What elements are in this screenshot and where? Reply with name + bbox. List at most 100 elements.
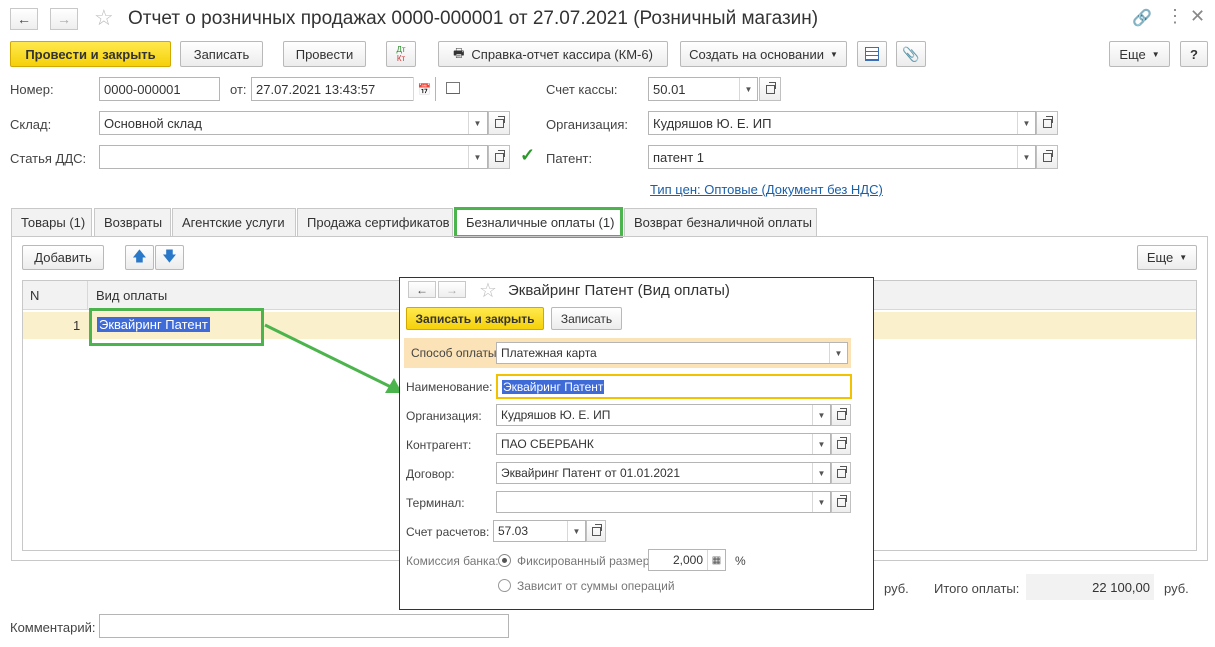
dialog-forward-button[interactable]: → [438,281,466,298]
dds-label: Статья ДДС: [10,151,87,166]
fixed-radio[interactable] [498,554,511,567]
name-value: Эквайринг Патент [502,379,605,394]
tab-cashless-returns[interactable]: Возврат безналичной оплаты [624,208,817,236]
patent-field[interactable]: патент 1 [648,145,1036,169]
more-button[interactable]: Еще ▼ [1109,41,1170,67]
payment-method-dropdown-icon[interactable]: ▼ [829,343,847,363]
dialog-save-close-button[interactable]: Записать и закрыть [406,307,544,330]
post-and-close-button[interactable]: Провести и закрыть [10,41,171,67]
table-more-button[interactable]: Еще ▼ [1137,245,1197,270]
column-header-n[interactable]: N [30,288,39,303]
dialog-organization-open-button[interactable] [831,404,851,426]
open-icon [765,81,776,94]
terminal-open-button[interactable] [831,491,851,513]
move-up-button[interactable]: 🡅 [125,245,154,270]
create-based-on-button[interactable]: Создать на основании ▼ [680,41,847,67]
terminal-dropdown-icon[interactable]: ▼ [812,492,830,512]
add-button[interactable]: Добавить [22,245,104,270]
dialog-organization-dropdown-icon[interactable]: ▼ [812,405,830,425]
dds-open-button[interactable] [488,145,510,169]
counterparty-field[interactable]: ПАО СБЕРБАНК [496,433,831,455]
name-label: Наименование: [406,380,493,394]
patent-open-button[interactable] [1036,145,1058,169]
dds-field[interactable] [99,145,488,169]
tab-cashless-payments[interactable]: Безналичные оплаты (1) [454,207,623,238]
account-open-button[interactable] [586,520,606,542]
column-header-payment-type[interactable]: Вид оплаты [96,288,167,303]
link-icon[interactable]: 🔗 [1132,8,1152,28]
cash-account-dropdown-icon[interactable]: ▼ [739,78,757,100]
account-dropdown-icon[interactable]: ▼ [567,521,585,541]
save-button[interactable]: Записать [180,41,263,67]
dialog-organization-field[interactable]: Кудряшов Ю. Е. ИП [496,404,831,426]
open-icon [494,149,505,162]
attachments-button[interactable]: 📎 [896,41,926,67]
warehouse-open-button[interactable] [488,111,510,135]
tab-agent-services[interactable]: Агентские услуги [172,208,296,236]
contract-dropdown-icon[interactable]: ▼ [812,463,830,483]
payment-type-dialog: ← → ☆ Эквайринг Патент (Вид оплаты) Запи… [399,277,874,610]
cashier-report-button[interactable]: 🖶 Справка-отчет кассира (КМ-6) [438,41,668,67]
tab-goods[interactable]: Товары (1) [11,208,92,236]
organization-label: Организация: [546,117,629,132]
dialog-favorite-star-icon[interactable]: ☆ [479,278,497,303]
patent-label: Патент: [546,151,593,166]
name-field[interactable]: Эквайринг Патент [496,374,852,399]
patent-checkbox[interactable]: ✓ [520,145,535,166]
terminal-label: Терминал: [406,496,465,510]
price-type-link[interactable]: Тип цен: Оптовые (Документ без НДС) [650,182,883,197]
payment-method-field[interactable]: Платежная карта [496,342,848,364]
fixed-value: 2,000 [672,553,703,567]
close-icon[interactable]: ✕ [1190,6,1205,27]
open-icon [836,436,847,449]
number-field[interactable]: 0000-000001 [99,77,220,101]
dialog-back-button[interactable]: ← [408,281,436,298]
kt-icon-text: Кт [396,54,406,63]
patent-dropdown-icon[interactable]: ▼ [1017,146,1035,168]
counterparty-dropdown-icon[interactable]: ▼ [812,434,830,454]
dialog-save-button[interactable]: Записать [551,307,622,330]
comment-label: Комментарий: [10,620,96,635]
contract-field[interactable]: Эквайринг Патент от 01.01.2021 [496,462,831,484]
warehouse-field[interactable]: Основной склад [99,111,488,135]
calendar-icon[interactable]: 📅 [413,77,435,101]
move-down-button[interactable]: 🡇 [155,245,184,270]
tab-returns[interactable]: Возвраты [94,208,171,236]
paperclip-icon: 📎 [902,45,920,62]
help-button[interactable]: ? [1180,41,1208,67]
terminal-field[interactable] [496,491,831,513]
document-date-icon[interactable] [446,82,460,94]
structure-button[interactable] [857,41,887,67]
contract-open-button[interactable] [831,462,851,484]
dt-kt-button[interactable]: Дт Кт [386,41,416,67]
table-more-label: Еще [1146,250,1174,265]
tab-certificate-sales[interactable]: Продажа сертификатов [297,208,453,236]
comment-field[interactable] [99,614,509,638]
back-button[interactable]: ← [10,8,38,30]
commission-label: Комиссия банка: [406,554,499,568]
organization-field[interactable]: Кудряшов Ю. Е. ИП [648,111,1036,135]
favorite-star-icon[interactable]: ☆ [94,5,114,31]
payment-method-label: Способ оплаты: [411,346,500,360]
organization-open-button[interactable] [1036,111,1058,135]
dds-dropdown-icon[interactable]: ▼ [468,146,486,168]
depends-radio[interactable] [498,579,511,592]
forward-button[interactable]: → [50,8,78,30]
payment-type-highlight [89,308,264,346]
warehouse-dropdown-icon[interactable]: ▼ [468,112,486,134]
pointer-arrow [264,323,402,393]
row-number: 1 [73,318,81,333]
cash-account-open-button[interactable] [759,77,781,101]
fixed-radio-dot [502,558,507,563]
date-field[interactable]: 27.07.2021 13:43:57 [251,77,436,101]
open-icon [1042,149,1053,162]
structure-icon [865,47,879,61]
counterparty-open-button[interactable] [831,433,851,455]
calculator-icon[interactable]: ▦ [707,550,725,570]
organization-dropdown-icon[interactable]: ▼ [1017,112,1035,134]
open-icon [494,115,505,128]
total-value: 22 100,00 [1026,574,1154,600]
more-vertical-icon[interactable]: ⋮ [1166,6,1184,27]
depends-label: Зависит от суммы операций [517,579,675,593]
post-button[interactable]: Провести [283,41,366,67]
